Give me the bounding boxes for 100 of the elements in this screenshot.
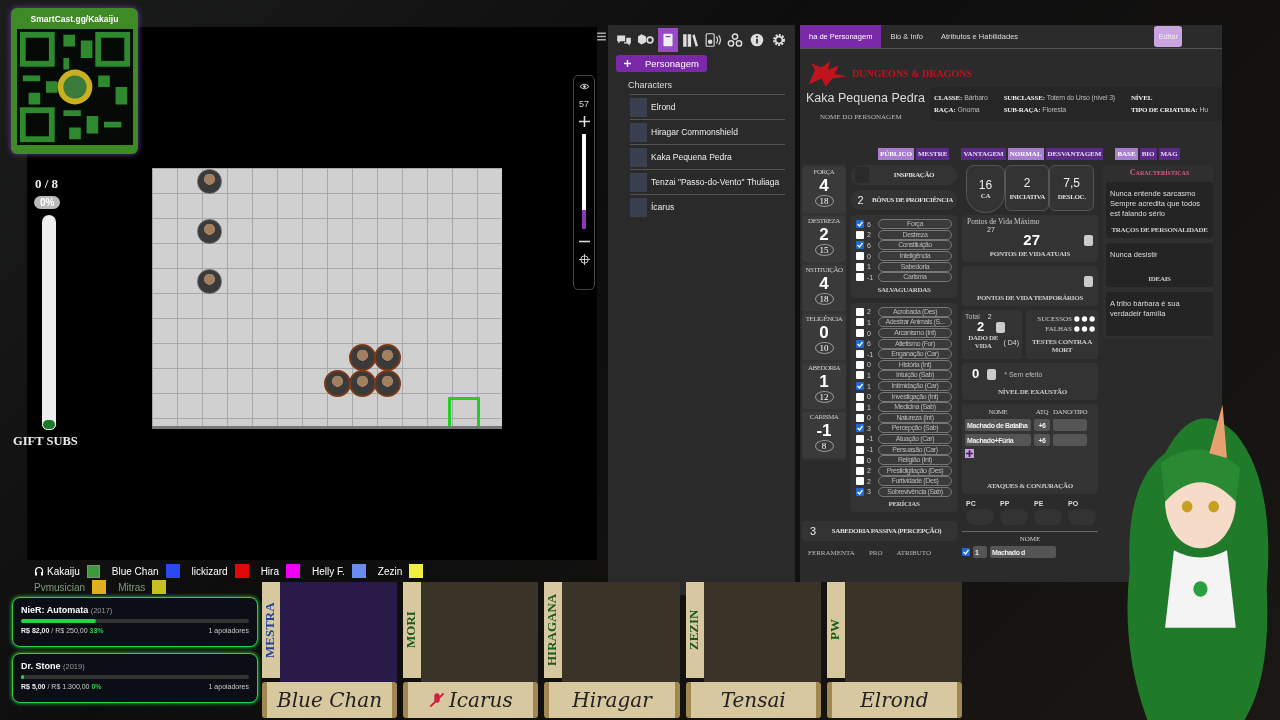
character-token[interactable] xyxy=(374,344,401,371)
add-character-button[interactable]: Personagem xyxy=(616,55,707,72)
logo-text: DUNGEONS & DRAGONS xyxy=(852,67,972,79)
voice-user-name: Helly F. xyxy=(312,565,345,577)
speaker-icon xyxy=(704,33,721,47)
ability-modifier: 4 xyxy=(819,176,829,195)
character-thumbnail xyxy=(630,172,647,192)
checkbox[interactable] xyxy=(856,339,864,348)
checkbox[interactable] xyxy=(856,424,864,433)
zoom-value: 57 xyxy=(579,99,589,109)
checkbox[interactable] xyxy=(856,360,864,369)
zoom-slider[interactable] xyxy=(582,134,586,229)
voice-user-name: Blue Chan xyxy=(111,565,159,577)
spinner-icon[interactable] xyxy=(1084,234,1093,246)
checkbox[interactable] xyxy=(962,548,970,556)
books-icon xyxy=(682,33,699,47)
checkbox[interactable] xyxy=(856,466,864,475)
checkbox[interactable] xyxy=(856,262,864,271)
voice-user-name: lickizard xyxy=(191,565,228,577)
character-thumbnail xyxy=(630,122,647,142)
player-name: Blue Chan xyxy=(277,688,383,712)
success-dots-icon[interactable] xyxy=(1074,316,1095,322)
info-icon xyxy=(748,33,765,47)
character-token[interactable] xyxy=(197,219,222,244)
role-banner: MESTRA xyxy=(262,582,280,678)
spinner-icon[interactable] xyxy=(1084,276,1093,287)
journal-tab[interactable] xyxy=(658,28,679,52)
checkbox[interactable] xyxy=(856,220,864,229)
checkbox[interactable] xyxy=(856,477,864,486)
ability-modifier: 2 xyxy=(819,225,829,244)
damage-field[interactable] xyxy=(1053,419,1087,431)
character-thumbnail xyxy=(630,147,647,167)
folder-header[interactable]: Characters xyxy=(628,80,789,90)
character-list-item[interactable]: Ícarus xyxy=(630,194,785,219)
checkbox[interactable] xyxy=(856,307,864,316)
zoom-in-icon[interactable] xyxy=(578,116,590,127)
checkbox[interactable] xyxy=(856,382,864,390)
checkbox[interactable] xyxy=(856,318,864,327)
character-thumbnail xyxy=(630,97,647,117)
failure-dots-icon[interactable] xyxy=(1074,326,1095,332)
ability-modifier: 0 xyxy=(819,323,829,342)
checkbox[interactable] xyxy=(856,445,864,454)
headphones-icon xyxy=(34,566,44,576)
qr-code-icon xyxy=(16,29,133,145)
circles-icon xyxy=(726,33,743,47)
voice-user-name: Kakaiju xyxy=(47,565,80,577)
checkbox[interactable] xyxy=(856,241,864,250)
player-name: Elrond xyxy=(860,688,929,712)
crosshair-icon[interactable] xyxy=(578,254,590,265)
voice-user-name: Mitras xyxy=(118,581,146,593)
checkbox[interactable] xyxy=(856,392,864,401)
role-banner: ZEZIN xyxy=(685,582,704,678)
character-token[interactable] xyxy=(197,169,222,194)
checkbox[interactable] xyxy=(856,230,864,239)
eye-icon[interactable] xyxy=(578,81,590,92)
checkbox[interactable] xyxy=(856,273,864,282)
character-token[interactable] xyxy=(374,370,401,397)
role-banner: HIRAGANA xyxy=(544,582,563,678)
checkbox[interactable] xyxy=(856,403,864,412)
gift-count: 0 / 8 xyxy=(35,176,59,192)
gift-label: GIFT SUBS xyxy=(13,434,78,449)
map-grid[interactable] xyxy=(152,168,502,429)
player-name: Icarus xyxy=(448,688,513,712)
checkbox[interactable] xyxy=(856,487,864,496)
character-list-item[interactable]: Tenzai "Passo-do-Vento" Thuliaga xyxy=(630,169,785,194)
character-list-item[interactable]: Kaka Pequena Pedra xyxy=(630,144,785,169)
damage-field[interactable] xyxy=(1053,434,1087,446)
character-thumbnail xyxy=(630,197,647,217)
plus-icon xyxy=(624,60,631,67)
checkbox[interactable] xyxy=(856,456,864,465)
checkbox[interactable] xyxy=(856,413,864,422)
ability-modifier: 4 xyxy=(819,274,829,293)
voice-user-name: Hira xyxy=(260,565,279,577)
voice-user-name: Zezin xyxy=(377,565,403,577)
player-name: Hiragar xyxy=(572,688,652,712)
role-banner: PW xyxy=(826,582,845,678)
character-list-item[interactable]: Hiragar Commonshield xyxy=(630,119,785,144)
ability-modifier: -1 xyxy=(816,421,832,440)
character-token[interactable] xyxy=(324,370,351,397)
spinner-icon[interactable] xyxy=(996,321,1006,333)
ability-modifier: 1 xyxy=(819,372,829,391)
qr-url: SmartCast.gg/Kakaiju xyxy=(30,14,119,24)
player-name: Tensai xyxy=(720,688,786,712)
character-token[interactable] xyxy=(349,344,376,371)
checkbox[interactable] xyxy=(856,350,864,359)
spinner-icon[interactable] xyxy=(987,368,997,380)
role-banner: MORI xyxy=(403,582,422,678)
menu-icon[interactable] xyxy=(596,31,607,42)
character-token[interactable] xyxy=(349,370,376,397)
add-attack-button[interactable] xyxy=(965,449,974,458)
gift-percent: 0% xyxy=(34,196,61,209)
dice-icon xyxy=(638,33,655,47)
character-token[interactable] xyxy=(197,269,222,294)
voice-user-name: Pvmusician xyxy=(34,581,86,593)
checkbox[interactable] xyxy=(856,371,864,380)
checkbox[interactable] xyxy=(856,435,864,443)
checkbox[interactable] xyxy=(856,252,864,261)
checkbox[interactable] xyxy=(856,329,864,338)
character-list-item[interactable]: Elrond xyxy=(630,94,785,119)
chat-icon xyxy=(616,33,632,47)
